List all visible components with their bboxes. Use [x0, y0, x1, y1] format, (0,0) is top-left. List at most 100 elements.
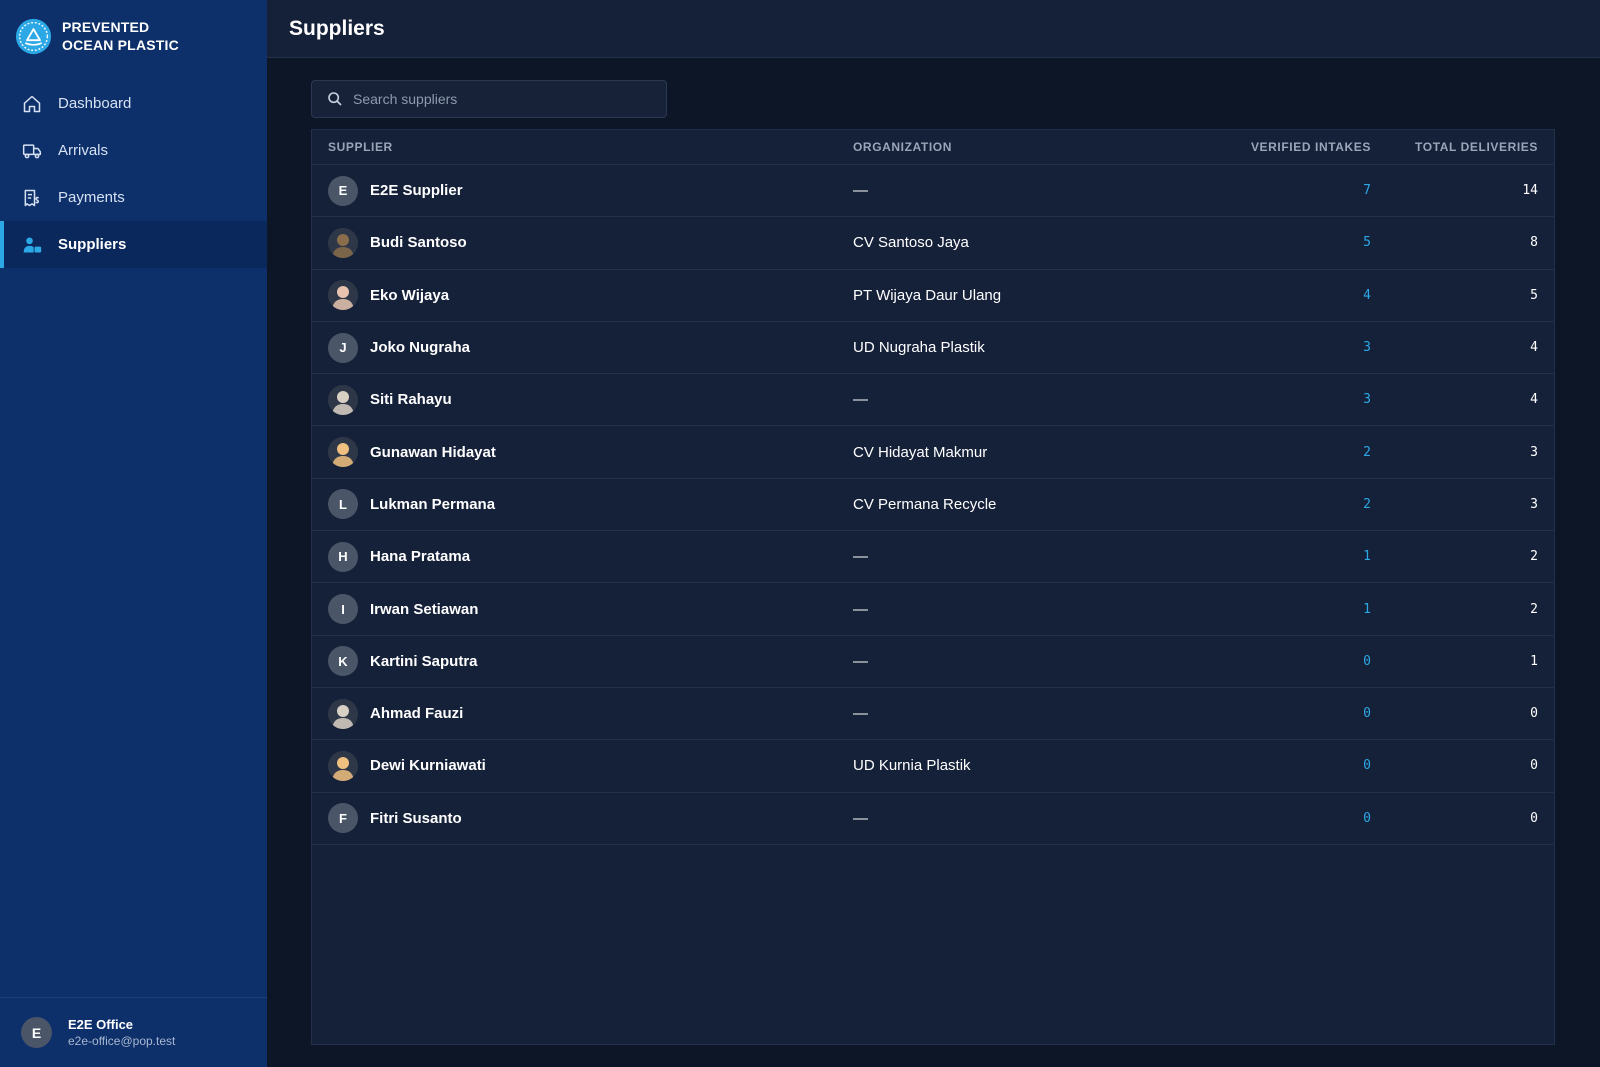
avatar: J	[328, 332, 358, 363]
cell-organization: —	[853, 705, 868, 723]
sidebar-nav: Dashboard Arrivals Payments Suppliers	[0, 80, 267, 268]
supplier-name[interactable]: Budi Santoso	[370, 234, 467, 251]
search-icon	[328, 92, 342, 106]
cell-supplier: E E2E Supplier	[312, 175, 853, 206]
search-input[interactable]	[353, 91, 643, 107]
cell-verified-intakes: 3	[1363, 392, 1371, 408]
avatar: E	[21, 1017, 52, 1048]
table-row[interactable]: J Joko Nugraha UD Nugraha Plastik 3 4	[312, 322, 1554, 375]
page-header: Suppliers	[267, 0, 1600, 58]
cell-verified-intakes: 5	[1363, 235, 1371, 251]
cell-verified-intakes: 0	[1363, 758, 1371, 774]
cell-total-deliveries: 2	[1530, 549, 1538, 565]
supplier-name[interactable]: E2E Supplier	[370, 182, 463, 199]
avatar: H	[328, 541, 358, 572]
sidebar-item-arrivals[interactable]: Arrivals	[0, 127, 267, 174]
cell-total-deliveries: 5	[1530, 287, 1538, 303]
table-row[interactable]: Budi Santoso CV Santoso Jaya 5 8	[312, 217, 1554, 270]
table-row[interactable]: F Fitri Susanto — 0 0	[312, 793, 1554, 845]
table-row[interactable]: H Hana Pratama — 1 2	[312, 531, 1554, 584]
cell-total-deliveries: 3	[1530, 496, 1538, 512]
cell-organization: CV Santoso Jaya	[853, 234, 969, 252]
avatar: L	[328, 489, 358, 520]
cell-verified-intakes: 2	[1363, 444, 1371, 460]
sidebar-item-suppliers[interactable]: Suppliers	[0, 221, 267, 268]
sidebar-item-dashboard[interactable]: Dashboard	[0, 80, 267, 127]
supplier-name[interactable]: Lukman Permana	[370, 496, 495, 513]
table-row[interactable]: E E2E Supplier — 7 14	[312, 165, 1554, 218]
supplier-name[interactable]: Siti Rahayu	[370, 391, 452, 408]
avatar-photo-icon	[328, 384, 358, 415]
table-row[interactable]: L Lukman Permana CV Permana Recycle 2 3	[312, 479, 1554, 532]
cell-total-deliveries: 0	[1530, 758, 1538, 774]
page-title: Suppliers	[289, 16, 385, 40]
sidebar-item-payments[interactable]: Payments	[0, 174, 267, 221]
sidebar-item-label: Payments	[58, 189, 125, 206]
table-row[interactable]: Dewi Kurniawati UD Kurnia Plastik 0 0	[312, 740, 1554, 793]
user-group-icon	[21, 234, 43, 256]
cell-supplier: J Joko Nugraha	[312, 332, 853, 363]
cell-verified-intakes: 0	[1363, 810, 1371, 826]
column-header-verified-intakes[interactable]: VERIFIED INTAKES	[1204, 140, 1371, 154]
cell-supplier: I Irwan Setiawan	[312, 594, 853, 625]
brand-logo-icon	[15, 18, 52, 54]
table-body: E E2E Supplier — 7 1 4 Budi Santoso CV Santoso …	[312, 165, 1554, 845]
cell-supplier: L Lukman Permana	[312, 489, 853, 520]
sidebar-item-label: Suppliers	[58, 236, 127, 253]
avatar-photo-icon	[328, 280, 358, 311]
cell-total-deliveries: 3	[1530, 444, 1538, 460]
cell-organization: CV Permana Recycle	[853, 495, 997, 513]
user-profile[interactable]: E E2E Office e2e-office@pop.test	[0, 997, 267, 1067]
cell-organization: —	[853, 548, 868, 566]
supplier-name[interactable]: Irwan Setiawan	[370, 601, 478, 618]
supplier-name[interactable]: Ahmad Fauzi	[370, 705, 463, 722]
avatar: E	[328, 175, 358, 206]
cell-total-deliveries: 4	[1530, 340, 1538, 356]
table-row[interactable]: Siti Rahayu — 3 4	[312, 374, 1554, 427]
table-row[interactable]: K Kartini Saputra — 0 1	[312, 636, 1554, 688]
brand[interactable]: PREVENTED OCEAN PLASTIC	[0, 0, 267, 72]
column-header-total-deliveries[interactable]: TOTAL DELIVERIES	[1371, 140, 1538, 154]
cell-organization: UD Nugraha Plastik	[853, 339, 985, 357]
table-row[interactable]: Ahmad Fauzi — 0 0	[312, 688, 1554, 741]
cell-verified-intakes: 1	[1363, 549, 1371, 565]
cell-supplier: K Kartini Saputra	[312, 646, 853, 677]
cell-supplier: F Fitri Susanto	[312, 803, 853, 834]
sidebar-item-label: Dashboard	[58, 95, 132, 112]
user-email: e2e-office@pop.test	[68, 1034, 176, 1048]
cell-total-deliveries: 2	[1530, 601, 1538, 617]
avatar-photo-icon	[328, 698, 358, 729]
column-header-supplier[interactable]: SUPPLIER	[312, 140, 853, 154]
user-name: E2E Office	[68, 1017, 134, 1032]
supplier-name[interactable]: Eko Wijaya	[370, 287, 449, 304]
table-row[interactable]: I Irwan Setiawan — 1 2	[312, 583, 1554, 636]
table-row[interactable]: Eko Wijaya PT Wijaya Daur Ulang 4 5	[312, 270, 1554, 322]
brand-name: PREVENTED OCEAN PLASTIC	[62, 19, 179, 53]
cell-supplier: Gunawan Hidayat	[312, 437, 853, 468]
avatar-photo-icon	[328, 750, 358, 781]
table-row[interactable]: Gunawan Hidayat CV Hidayat Makmur 2 3	[312, 426, 1554, 479]
supplier-name[interactable]: Joko Nugraha	[370, 339, 470, 356]
cell-organization: —	[853, 391, 868, 409]
avatar-photo-icon	[328, 437, 358, 468]
home-icon	[21, 93, 43, 115]
supplier-name[interactable]: Gunawan Hidayat	[370, 444, 496, 461]
column-header-organization[interactable]: ORGANIZATION	[853, 140, 1204, 154]
search-box[interactable]	[311, 80, 667, 118]
cell-organization: —	[853, 600, 868, 618]
cell-verified-intakes: 2	[1363, 496, 1371, 512]
cell-supplier: Dewi Kurniawati	[312, 750, 853, 781]
avatar-photo-icon	[328, 227, 358, 258]
supplier-name[interactable]: Kartini Saputra	[370, 653, 478, 670]
supplier-name[interactable]: Hana Pratama	[370, 548, 470, 565]
cell-organization: UD Kurnia Plastik	[853, 757, 971, 775]
sidebar-item-label: Arrivals	[58, 142, 109, 159]
cell-supplier: Siti Rahayu	[312, 384, 853, 415]
supplier-name[interactable]: Fitri Susanto	[370, 810, 462, 827]
cell-verified-intakes: 7	[1363, 183, 1371, 199]
cell-organization: CV Hidayat Makmur	[853, 443, 988, 461]
cell-verified-intakes: 0	[1363, 706, 1371, 722]
supplier-name[interactable]: Dewi Kurniawati	[370, 757, 486, 774]
cell-supplier: Eko Wijaya	[312, 280, 853, 311]
cell-total-deliveries: 1	[1530, 653, 1538, 669]
